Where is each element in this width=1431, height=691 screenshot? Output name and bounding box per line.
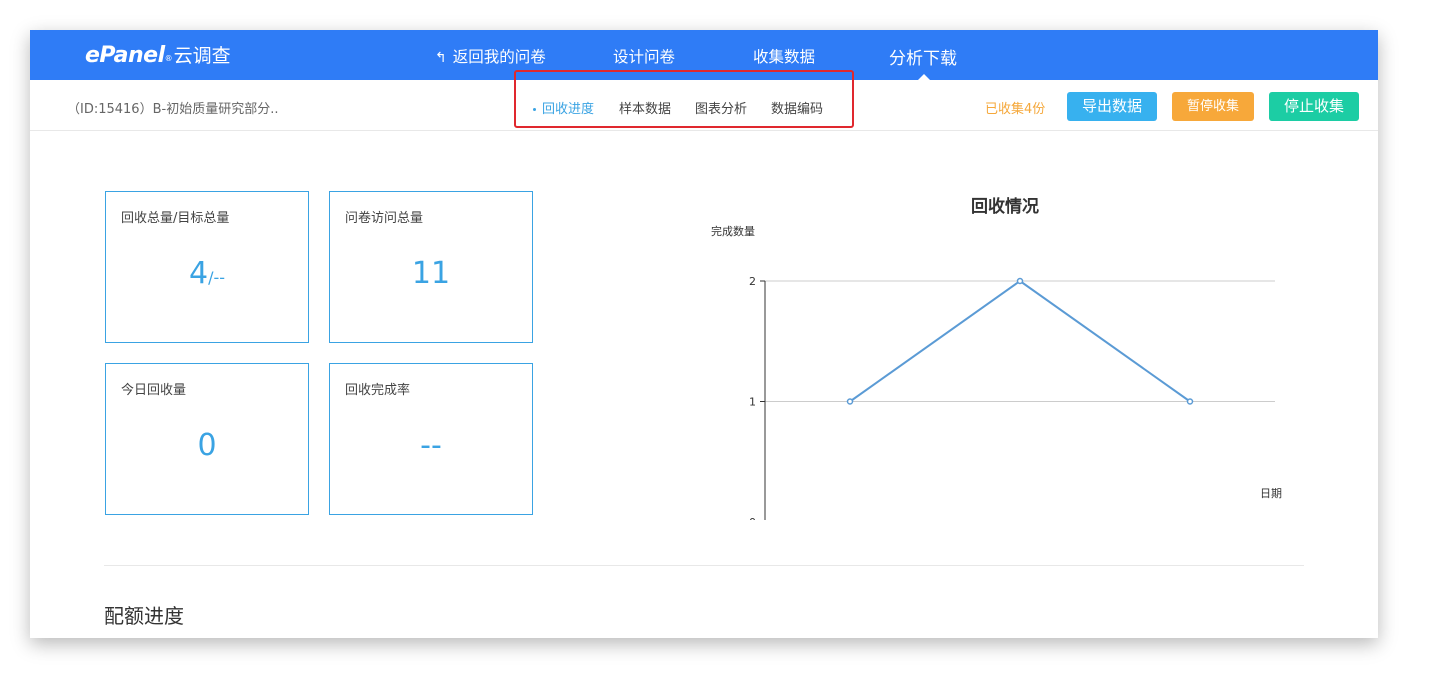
- stat-card-suffix: /--: [208, 268, 226, 287]
- chart-title: 回收情况: [971, 196, 1039, 217]
- section-divider: [104, 565, 1304, 566]
- stat-card-total-vs-target: 回收总量/目标总量 4/--: [105, 191, 309, 343]
- chart-y-tick-label: 1: [749, 396, 756, 409]
- chart-y-axis-label: 完成数量: [711, 224, 755, 238]
- nav-collect-data[interactable]: 收集数据: [753, 45, 815, 67]
- chart-y-tick-label: 2: [749, 275, 756, 288]
- stat-card-label: 回收完成率: [345, 383, 411, 398]
- chart-data-point: [1186, 398, 1194, 405]
- stat-card-label: 问卷访问总量: [345, 211, 424, 226]
- nav-analysis-download[interactable]: 分析下载: [889, 44, 957, 69]
- chart-grid: [765, 280, 1275, 402]
- chart-series-line: [849, 279, 1191, 403]
- nav-design-survey[interactable]: 设计问卷: [613, 45, 675, 67]
- pause-collection-button[interactable]: 暂停收集: [1172, 92, 1254, 121]
- stat-card-label: 回收总量/目标总量: [121, 211, 230, 226]
- chart-y-tick-label: 0: [749, 516, 756, 520]
- nav-collect-label: 收集数据: [753, 48, 816, 66]
- nav-back-to-surveys[interactable]: ↰ 返回我的问卷: [435, 45, 546, 67]
- chart-x-axis-label: 日期: [1260, 487, 1282, 500]
- back-arrow-icon: ↰: [435, 50, 447, 66]
- collected-count: 已收集4份: [985, 102, 1046, 117]
- nav-design-label: 设计问卷: [613, 48, 676, 66]
- stat-card-total-visits: 问卷访问总量 11: [329, 191, 533, 343]
- chart-data-point: [1016, 277, 1024, 285]
- tabs-highlight-annotation: [514, 70, 854, 128]
- chart-y-ticks: 0 1 2: [749, 275, 765, 520]
- logo-registered-mark: ®: [164, 54, 173, 63]
- stat-card-number: 11: [411, 256, 451, 291]
- stat-card-completion-rate: 回收完成率 --: [329, 363, 533, 515]
- nav-analysis-label: 分析下载: [889, 49, 957, 69]
- chart-axes: [764, 281, 766, 520]
- export-data-button[interactable]: 导出数据: [1067, 92, 1157, 121]
- survey-id-title: （ID:15416）B-初始质量研究部分..: [67, 102, 279, 117]
- stat-card-number: --: [420, 428, 442, 463]
- stat-card-value: 4/--: [106, 256, 308, 291]
- stat-card-value: 0: [106, 428, 308, 463]
- stat-card-value: 11: [330, 256, 532, 291]
- stat-card-number: 0: [197, 428, 217, 463]
- logo-chinese-name: 云调查: [173, 45, 231, 67]
- stat-card-value: --: [330, 428, 532, 463]
- stat-card-today: 今日回收量 0: [105, 363, 309, 515]
- logo-brand: ePanel: [85, 43, 165, 68]
- stat-card-label: 今日回收量: [121, 383, 187, 398]
- stat-card-number: 4: [188, 256, 209, 291]
- chart-data-point: [846, 398, 854, 405]
- collection-line-chart: 回收情况 完成数量 日期 012 08-2908-3008-31: [711, 196, 1282, 520]
- quota-progress-heading: 配额进度: [104, 604, 184, 628]
- logo[interactable]: ePanel®云调查: [85, 41, 231, 68]
- stop-collection-button[interactable]: 停止收集: [1269, 92, 1359, 121]
- chart-series: [846, 277, 1194, 405]
- nav-back-label: 返回我的问卷: [452, 48, 546, 66]
- app-window: ePanel®云调查 ↰ 返回我的问卷 设计问卷 收集数据 分析下载 （ID:15…: [30, 30, 1378, 638]
